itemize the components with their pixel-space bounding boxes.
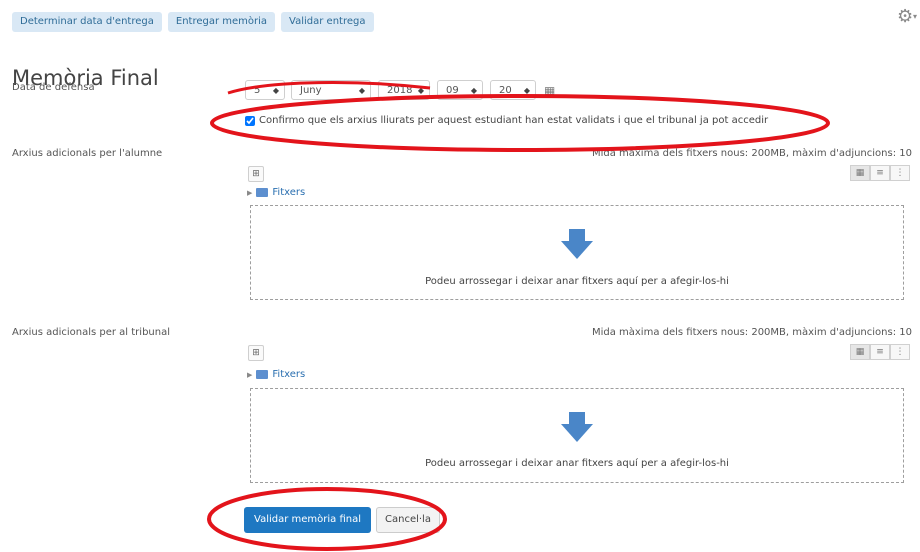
student-folder-path[interactable]: ▶ Fitxers — [247, 187, 305, 198]
folder-label: Fitxers — [272, 187, 306, 198]
tribunal-filemanager-toolbar: ⊞ ▦ ≡ ⋮ — [245, 343, 910, 363]
chevron-down-icon: ◆ — [272, 86, 279, 95]
view-switcher: ▦ ≡ ⋮ — [850, 165, 910, 181]
drop-text: Podeu arrossegar i deixar anar fitxers a… — [425, 276, 729, 287]
list-view-icon[interactable]: ≡ — [870, 344, 890, 360]
add-file-icon[interactable]: ⊞ — [248, 166, 264, 182]
student-dropzone[interactable]: Podeu arrossegar i deixar anar fitxers a… — [250, 205, 904, 300]
student-files-label: Arxius adicionals per l'alumne — [12, 148, 163, 159]
student-filemanager-toolbar: ⊞ ▦ ≡ ⋮ — [245, 164, 910, 184]
folder-label: Fitxers — [272, 369, 306, 380]
cancel-button[interactable]: Cancel·la — [376, 507, 440, 533]
tribunal-files-label: Arxius adicionals per al tribunal — [12, 327, 171, 338]
chevron-down-icon: ◆ — [470, 86, 477, 95]
hour-select-value: 09 — [446, 85, 459, 96]
view-switcher: ▦ ≡ ⋮ — [850, 344, 910, 360]
grid-view-icon[interactable]: ▦ — [850, 344, 870, 360]
tab-determinar-data[interactable]: Determinar data d'entrega — [12, 12, 162, 32]
tribunal-folder-path[interactable]: ▶ Fitxers — [247, 369, 305, 380]
tab-validar-entrega[interactable]: Validar entrega — [281, 12, 374, 32]
confirm-checkbox-row[interactable]: Confirmo que els arxius lliurats per aqu… — [245, 115, 768, 126]
drop-arrow-icon — [561, 412, 593, 442]
tab-entregar-memoria[interactable]: Entregar memòria — [167, 12, 276, 32]
gear-icon[interactable]: ⚙ — [897, 6, 913, 27]
minute-select-value: 20 — [499, 85, 512, 96]
year-select[interactable]: 2018 ◆ — [378, 80, 430, 100]
tree-view-icon[interactable]: ⋮ — [890, 165, 910, 181]
month-select[interactable]: Juny ◆ — [291, 80, 371, 100]
tribunal-dropzone[interactable]: Podeu arrossegar i deixar anar fitxers a… — [250, 388, 904, 483]
tab-bar: Determinar data d'entrega Entregar memòr… — [12, 12, 374, 32]
chevron-down-icon: ◆ — [523, 86, 530, 95]
chevron-down-icon: ◆ — [417, 86, 424, 95]
drop-arrow-icon — [561, 229, 593, 259]
defense-date-label: Data de defensa — [12, 82, 95, 93]
tree-view-icon[interactable]: ⋮ — [890, 344, 910, 360]
chevron-right-icon: ▶ — [247, 188, 253, 197]
folder-icon — [256, 188, 269, 197]
add-file-icon[interactable]: ⊞ — [248, 345, 264, 361]
confirm-label: Confirmo que els arxius lliurats per aqu… — [259, 115, 769, 126]
folder-icon — [256, 370, 269, 379]
drop-text: Podeu arrossegar i deixar anar fitxers a… — [425, 458, 729, 469]
tribunal-files-limits: Mida màxima dels fitxers nous: 200MB, mà… — [591, 327, 912, 338]
hour-select[interactable]: 09 ◆ — [437, 80, 483, 100]
month-select-value: Juny — [300, 85, 322, 96]
chevron-down-icon[interactable]: ▾ — [913, 12, 917, 21]
confirm-checkbox[interactable] — [245, 115, 255, 126]
validate-memoria-button[interactable]: Validar memòria final — [244, 507, 372, 533]
calendar-icon[interactable]: ▦ — [544, 84, 555, 98]
year-select-value: 2018 — [387, 85, 413, 96]
day-select-value: 5 — [254, 85, 261, 96]
list-view-icon[interactable]: ≡ — [870, 165, 890, 181]
chevron-right-icon: ▶ — [247, 370, 253, 379]
grid-view-icon[interactable]: ▦ — [850, 165, 870, 181]
day-select[interactable]: 5 ◆ — [245, 80, 285, 100]
student-files-limits: Mida màxima dels fitxers nous: 200MB, mà… — [591, 148, 912, 159]
minute-select[interactable]: 20 ◆ — [490, 80, 536, 100]
chevron-down-icon: ◆ — [358, 86, 365, 95]
